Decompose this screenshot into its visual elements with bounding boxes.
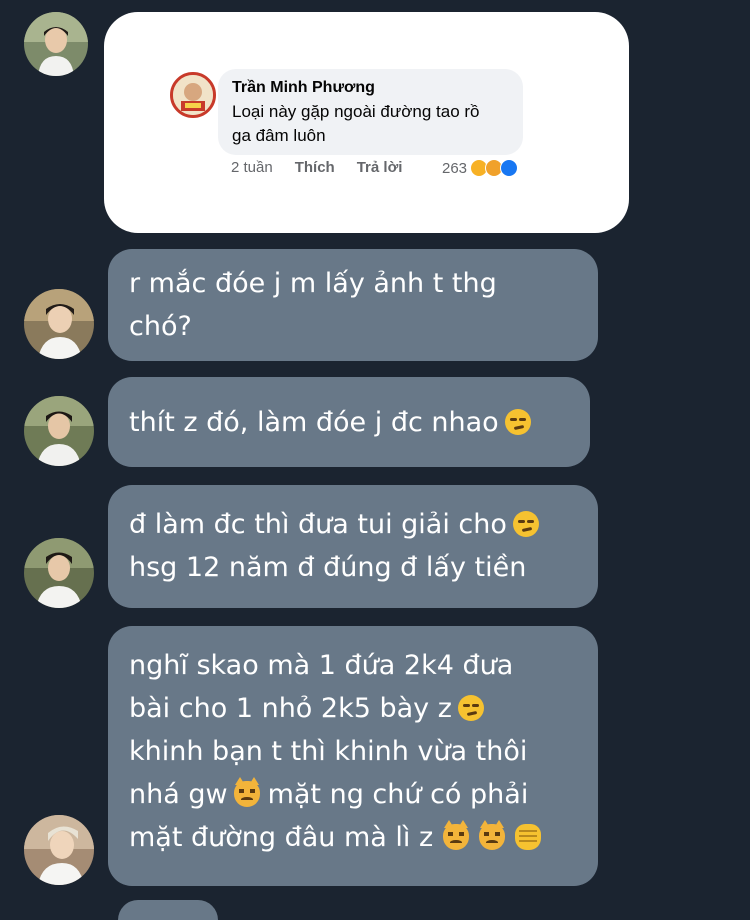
message-text: thít z đó, làm đóe j đc nhao <box>129 407 499 438</box>
message-bubble[interactable]: đ làm đc thì đưa tui giải cho hsg 12 năm… <box>108 485 598 608</box>
comment-text: Loại này gặp ngoài đường tao rồ ga đâm l… <box>232 100 480 148</box>
smirk-emoji-icon <box>512 511 539 537</box>
smirk-emoji-icon <box>457 695 484 721</box>
reply-link: Trả lời <box>356 159 403 176</box>
message-line: nhá gw mặt ng chứ có phải <box>129 773 576 816</box>
message-line: r mắc đóe j m lấy ảnh t thg <box>129 268 497 299</box>
message-line: thít z đó, làm đóe j đc nhao <box>129 401 568 444</box>
avatar[interactable] <box>24 289 94 359</box>
message-line: khinh bạn t thì khinh vừa thôi <box>129 736 528 767</box>
comment-time: 2 tuần <box>231 159 273 176</box>
next-message-bubble-partial[interactable] <box>118 900 218 920</box>
pouting-cat-emoji-icon <box>479 820 506 850</box>
pouting-cat-emoji-icon <box>443 820 470 850</box>
comment-text-line: ga đâm luôn <box>232 126 326 145</box>
comment-text-line: Loại này gặp ngoài đường tao rồ <box>232 102 480 121</box>
message-line: chó? <box>129 311 192 342</box>
like-icon <box>500 159 519 177</box>
message-text: mặt đường đâu mà lì z <box>129 822 434 853</box>
fist-emoji-icon <box>515 824 542 850</box>
message-line: nghĩ skao mà 1 đứa 2k4 đưa <box>129 650 514 681</box>
avatar[interactable] <box>24 538 94 608</box>
message-text: mặt ng chứ có phải <box>267 779 529 810</box>
avatar[interactable] <box>24 12 88 76</box>
message-line: bài cho 1 nhỏ 2k5 bày z <box>129 687 576 730</box>
message-bubble[interactable]: r mắc đóe j m lấy ảnh t thg chó? <box>108 249 598 361</box>
comment-author: Trần Minh Phương <box>232 79 375 96</box>
comment-meta: 2 tuần Thích Trả lời <box>231 159 424 176</box>
commenter-avatar <box>170 72 216 118</box>
message-text: bài cho 1 nhỏ 2k5 bày z <box>129 693 452 724</box>
reaction-count: 263 <box>442 159 468 177</box>
avatar[interactable] <box>24 396 94 466</box>
message-bubble[interactable]: nghĩ skao mà 1 đứa 2k4 đưa bài cho 1 nhỏ… <box>108 626 598 886</box>
message-text: đ làm đc thì đưa tui giải cho <box>129 509 507 540</box>
message-text: nhá gw <box>129 779 228 810</box>
message-line: mặt đường đâu mà lì z <box>129 816 576 859</box>
message-line: hsg 12 năm đ đúng đ lấy tiền <box>129 552 527 583</box>
reaction-summary: 263 <box>442 159 519 177</box>
comment-bubble: Trần Minh Phương Loại này gặp ngoài đườn… <box>218 69 523 155</box>
pouting-cat-emoji-icon <box>233 777 260 807</box>
smirk-emoji-icon <box>504 409 531 435</box>
message-line: đ làm đc thì đưa tui giải cho <box>129 503 576 546</box>
message-bubble[interactable]: thít z đó, làm đóe j đc nhao <box>108 377 590 467</box>
avatar[interactable] <box>24 815 94 885</box>
like-link: Thích <box>294 159 335 176</box>
shared-screenshot-card[interactable]: Trần Minh Phương Loại này gặp ngoài đườn… <box>104 12 629 233</box>
